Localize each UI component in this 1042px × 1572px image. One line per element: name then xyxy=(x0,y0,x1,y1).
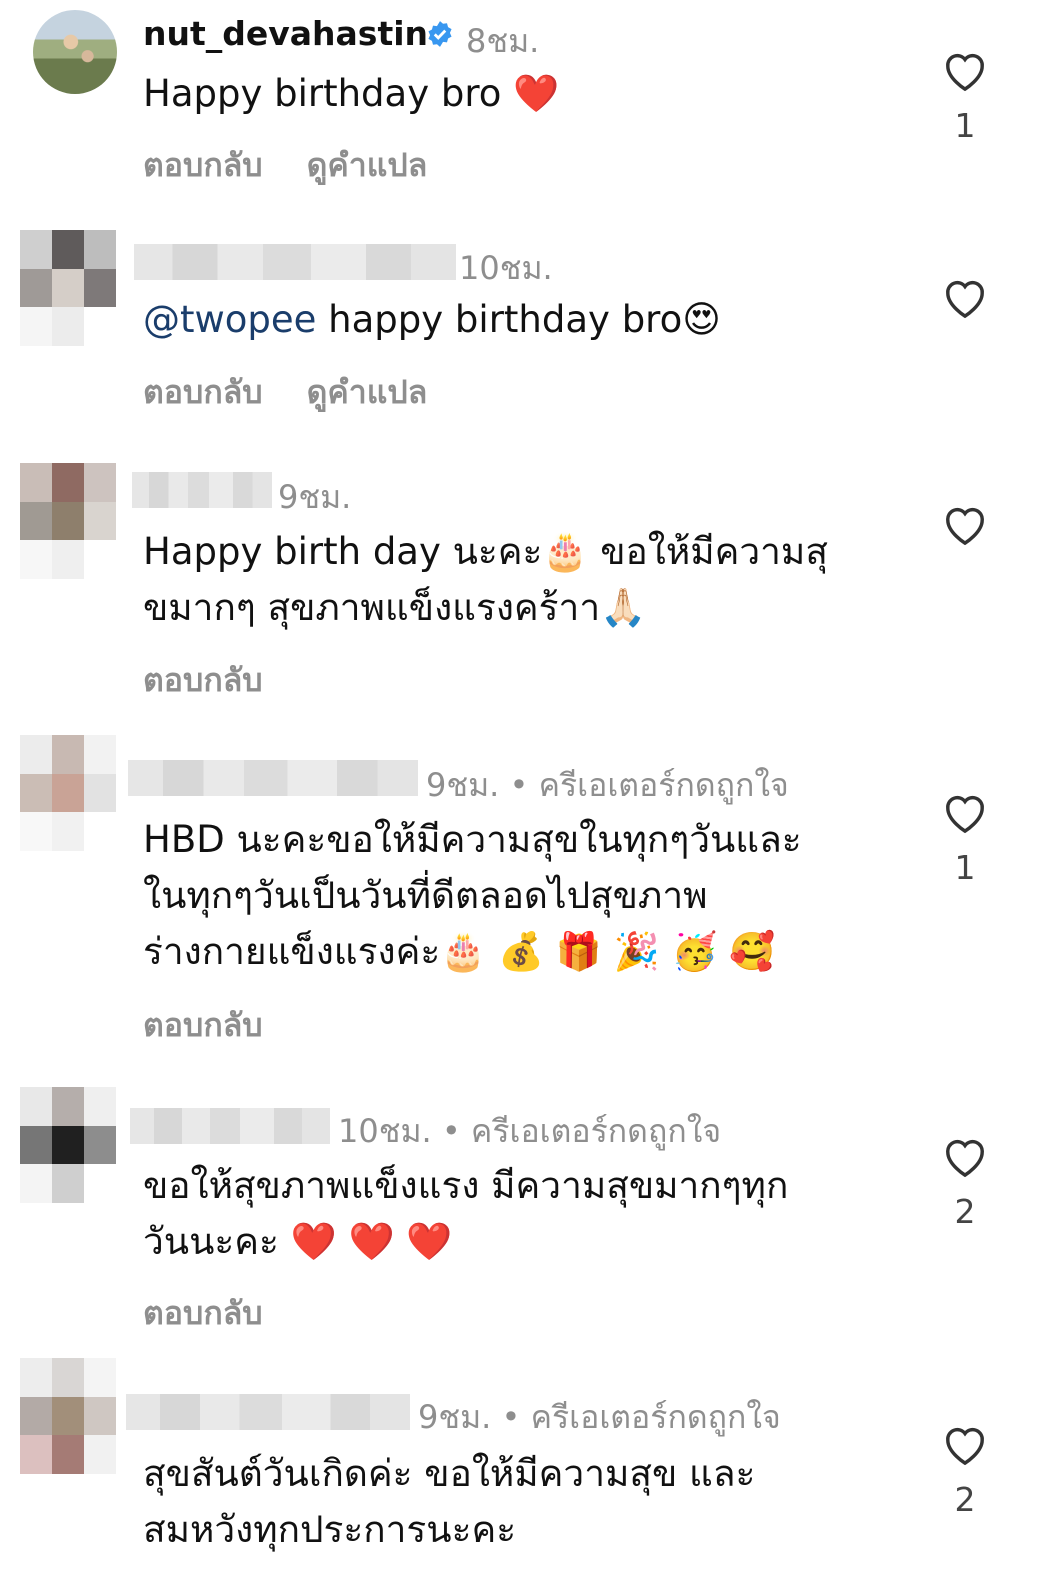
username-redacted xyxy=(128,760,418,796)
comment-actions: ตอบกลับ ดูคำแปล xyxy=(143,367,471,418)
comment-time: 9ชม. xyxy=(278,478,352,516)
avatar[interactable] xyxy=(33,10,117,94)
comment-time: 9ชม. • ครีเอเตอร์กดถูกใจ xyxy=(418,1398,781,1436)
comment-time: 9ชม. • ครีเอเตอร์กดถูกใจ xyxy=(426,766,789,804)
comment-time: 8ชม. xyxy=(466,22,540,60)
avatar[interactable] xyxy=(20,463,116,579)
username-redacted xyxy=(130,1108,330,1144)
comment-time: 10ชม. • ครีเอเตอร์กดถูกใจ xyxy=(338,1112,722,1150)
username-redacted xyxy=(132,472,272,508)
avatar[interactable] xyxy=(20,1087,116,1203)
reply-button[interactable]: ตอบกลับ xyxy=(143,373,263,411)
like-count: 1 xyxy=(954,106,976,145)
comment-actions: ตอบกลับ xyxy=(143,1288,307,1339)
see-translation-button[interactable]: ดูคำแปล xyxy=(307,373,428,411)
username[interactable]: nut_devahastin xyxy=(143,14,428,53)
comment-text: ขอให้สุขภาพแข็งแรง มีความสุขมากๆทุก วันน… xyxy=(143,1164,789,1263)
like-heart-icon[interactable] xyxy=(942,1136,988,1178)
like-heart-icon[interactable] xyxy=(942,50,988,92)
username-redacted xyxy=(126,1394,410,1430)
reply-button[interactable]: ตอบกลับ xyxy=(143,1294,263,1332)
like-heart-icon[interactable] xyxy=(942,1424,988,1466)
comment-actions: ตอบกลับ xyxy=(143,655,307,706)
avatar[interactable] xyxy=(20,735,116,851)
like-count: 2 xyxy=(954,1480,976,1519)
mention-link[interactable]: @twopee xyxy=(143,298,316,341)
comment-time: 10ชม. xyxy=(459,249,553,287)
like-heart-icon[interactable] xyxy=(942,277,988,319)
reply-button[interactable]: ตอบกลับ xyxy=(143,1006,263,1044)
comment-text: สุขสันต์วันเกิดค่ะ ขอให้มีความสุข และ สม… xyxy=(143,1452,756,1551)
comment-text: @twopee happy birthday bro😍 xyxy=(143,298,721,341)
username-redacted xyxy=(134,244,456,280)
reply-button[interactable]: ตอบกลับ xyxy=(143,661,263,699)
comment-text: Happy birthday bro ❤️ xyxy=(143,72,560,115)
avatar[interactable] xyxy=(20,230,116,346)
comment-actions: ตอบกลับ xyxy=(143,1000,307,1051)
comment-text: HBD นะคะขอให้มีความสุขในทุกๆวันและ ในทุก… xyxy=(143,818,802,973)
avatar[interactable] xyxy=(20,1358,116,1474)
verified-badge-icon xyxy=(428,21,452,47)
comment-text: Happy birth day นะคะ🎂 ขอให้มีความสุ ขมาก… xyxy=(143,530,828,629)
see-translation-button[interactable]: ดูคำแปล xyxy=(307,146,428,184)
like-heart-icon[interactable] xyxy=(942,504,988,546)
comment-actions: ตอบกลับ ดูคำแปล xyxy=(143,140,471,191)
reply-button[interactable]: ตอบกลับ xyxy=(143,146,263,184)
like-heart-icon[interactable] xyxy=(942,792,988,834)
like-count: 1 xyxy=(954,848,976,887)
like-count: 2 xyxy=(954,1192,976,1231)
